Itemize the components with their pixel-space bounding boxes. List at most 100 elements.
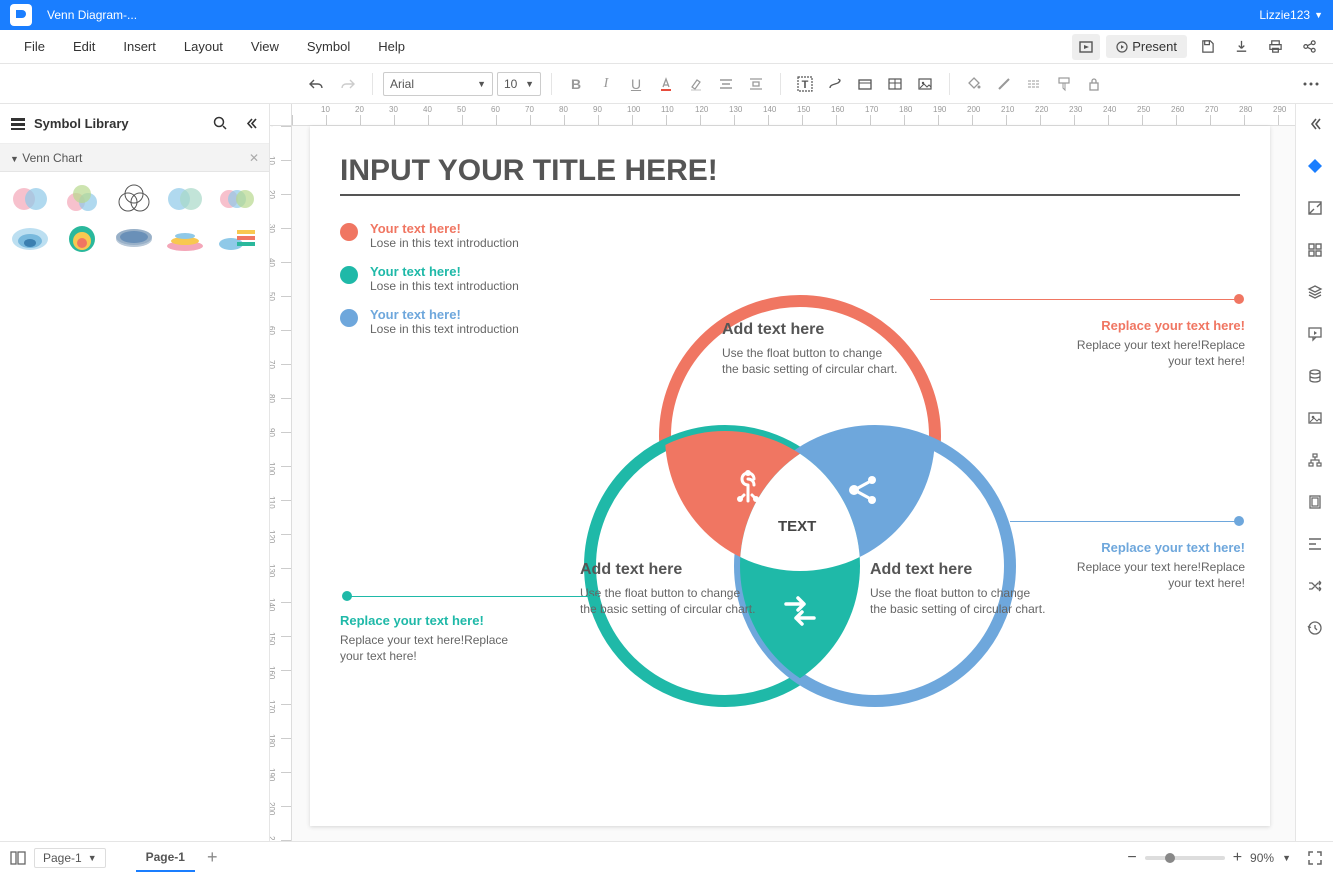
search-icon[interactable]: [213, 116, 228, 131]
comments-icon[interactable]: [1301, 320, 1329, 348]
zoom-level[interactable]: 90%: [1250, 851, 1274, 865]
shape-grid: [0, 172, 269, 266]
line-button[interactable]: [990, 70, 1018, 98]
callout-mid-right[interactable]: Replace your text here! Replace your tex…: [1075, 540, 1245, 591]
venn-shape[interactable]: [215, 184, 259, 214]
picture-icon[interactable]: [1301, 404, 1329, 432]
venn-shape[interactable]: [60, 184, 104, 214]
section-header[interactable]: ▼ Venn Chart ✕: [0, 144, 269, 172]
panel-title: Symbol Library: [34, 116, 129, 131]
fill-button[interactable]: [960, 70, 988, 98]
app-logo-icon[interactable]: [10, 4, 32, 26]
share-icon[interactable]: [1295, 34, 1323, 60]
circle-top-text[interactable]: Add text here Use the float button to ch…: [722, 321, 902, 377]
venn-shape[interactable]: [163, 184, 207, 214]
venn-shape[interactable]: [60, 224, 104, 254]
panel-header: Symbol Library: [0, 104, 269, 144]
shuffle-icon[interactable]: [1301, 572, 1329, 600]
add-page-button[interactable]: +: [207, 847, 218, 868]
venn-shape[interactable]: [163, 224, 207, 254]
menu-file[interactable]: File: [10, 33, 59, 60]
zoom-out-button[interactable]: −: [1127, 849, 1136, 867]
circle-right-text[interactable]: Add text here Use the float button to ch…: [870, 561, 1050, 617]
align-icon[interactable]: [1301, 530, 1329, 558]
close-icon[interactable]: ✕: [249, 151, 259, 165]
line-style-button[interactable]: [1020, 70, 1048, 98]
hierarchy-icon[interactable]: [1301, 446, 1329, 474]
data-icon[interactable]: [1301, 362, 1329, 390]
legend-item[interactable]: Your text here!Lose in this text introdu…: [340, 264, 519, 293]
callout-line: [348, 596, 598, 597]
venn-center-label[interactable]: TEXT: [778, 518, 816, 535]
circle-left-text[interactable]: Add text here Use the float button to ch…: [580, 561, 760, 617]
menu-edit[interactable]: Edit: [59, 33, 109, 60]
text-highlight-button[interactable]: [682, 70, 710, 98]
table-button[interactable]: [881, 70, 909, 98]
menu-view[interactable]: View: [237, 33, 293, 60]
connector-button[interactable]: [821, 70, 849, 98]
format-toolbar: Arial▼ 10▼ B I U T: [0, 64, 1333, 104]
container-button[interactable]: [851, 70, 879, 98]
page[interactable]: INPUT YOUR TITLE HERE! Your text here!Lo…: [310, 126, 1270, 826]
expand-rail-icon[interactable]: [1301, 110, 1329, 138]
status-bar: Page-1▼ Page-1 + − + 90%▼: [0, 841, 1333, 873]
venn-shape[interactable]: [215, 224, 259, 254]
underline-button[interactable]: U: [622, 70, 650, 98]
theme-panel-icon[interactable]: [1301, 194, 1329, 222]
download-icon[interactable]: [1227, 34, 1255, 60]
shape-panel-icon[interactable]: [1301, 152, 1329, 180]
lock-button[interactable]: [1080, 70, 1108, 98]
user-menu[interactable]: Lizzie123▼: [1259, 8, 1323, 22]
document-title[interactable]: Venn Diagram-...: [47, 8, 1259, 22]
bold-button[interactable]: B: [562, 70, 590, 98]
fullscreen-icon[interactable]: [1307, 850, 1323, 866]
present-button[interactable]: Present: [1106, 35, 1187, 58]
history-icon[interactable]: [1301, 614, 1329, 642]
save-icon[interactable]: [1193, 34, 1221, 60]
zoom-in-button[interactable]: +: [1233, 849, 1242, 867]
text-tool-button[interactable]: T: [791, 70, 819, 98]
layers-icon[interactable]: [1301, 278, 1329, 306]
collapse-icon[interactable]: [244, 116, 259, 131]
venn-shape[interactable]: [112, 184, 156, 214]
menu-help[interactable]: Help: [364, 33, 419, 60]
menu-insert[interactable]: Insert: [109, 33, 170, 60]
venn-diagram[interactable]: Add text here Use the float button to ch…: [550, 266, 1050, 756]
italic-button[interactable]: I: [592, 70, 620, 98]
canvas[interactable]: 0102030405060708090100110120130140150160…: [270, 104, 1295, 841]
venn-shape[interactable]: [112, 224, 156, 254]
legend-item[interactable]: Your text here!Lose in this text introdu…: [340, 307, 519, 336]
align-button[interactable]: [712, 70, 740, 98]
legend: Your text here!Lose in this text introdu…: [340, 221, 519, 350]
format-painter-button[interactable]: [1050, 70, 1078, 98]
redo-button[interactable]: [334, 70, 362, 98]
print-icon[interactable]: [1261, 34, 1289, 60]
zoom-slider[interactable]: [1145, 856, 1225, 860]
components-icon[interactable]: [1301, 236, 1329, 264]
venn-shape[interactable]: [8, 184, 52, 214]
image-button[interactable]: [911, 70, 939, 98]
slideshow-icon[interactable]: [1072, 34, 1100, 60]
font-size-select[interactable]: 10▼: [497, 72, 541, 96]
venn-shape[interactable]: [8, 224, 52, 254]
callout-top-right[interactable]: Replace your text here! Replace your tex…: [1075, 318, 1245, 369]
page-tab[interactable]: Page-1: [136, 844, 195, 872]
pages-icon[interactable]: [10, 851, 26, 865]
valign-button[interactable]: [742, 70, 770, 98]
right-rail: [1295, 104, 1333, 841]
svg-text:T: T: [802, 79, 809, 91]
menu-symbol[interactable]: Symbol: [293, 33, 364, 60]
zoom-controls: − + 90%▼: [1127, 849, 1323, 867]
legend-item[interactable]: Your text here!Lose in this text introdu…: [340, 221, 519, 250]
menu-layout[interactable]: Layout: [170, 33, 237, 60]
more-button[interactable]: [1297, 70, 1325, 98]
page-selector[interactable]: Page-1▼: [34, 848, 106, 868]
clipboard-icon[interactable]: [1301, 488, 1329, 516]
callout-dot: [1234, 516, 1244, 526]
vertical-ruler: 0102030405060708090100110120130140150160…: [270, 126, 292, 841]
page-title[interactable]: INPUT YOUR TITLE HERE!: [340, 154, 1240, 196]
callout-bottom-left[interactable]: Replace your text here! Replace your tex…: [340, 613, 510, 664]
font-color-button[interactable]: [652, 70, 680, 98]
font-family-select[interactable]: Arial▼: [383, 72, 493, 96]
undo-button[interactable]: [302, 70, 330, 98]
